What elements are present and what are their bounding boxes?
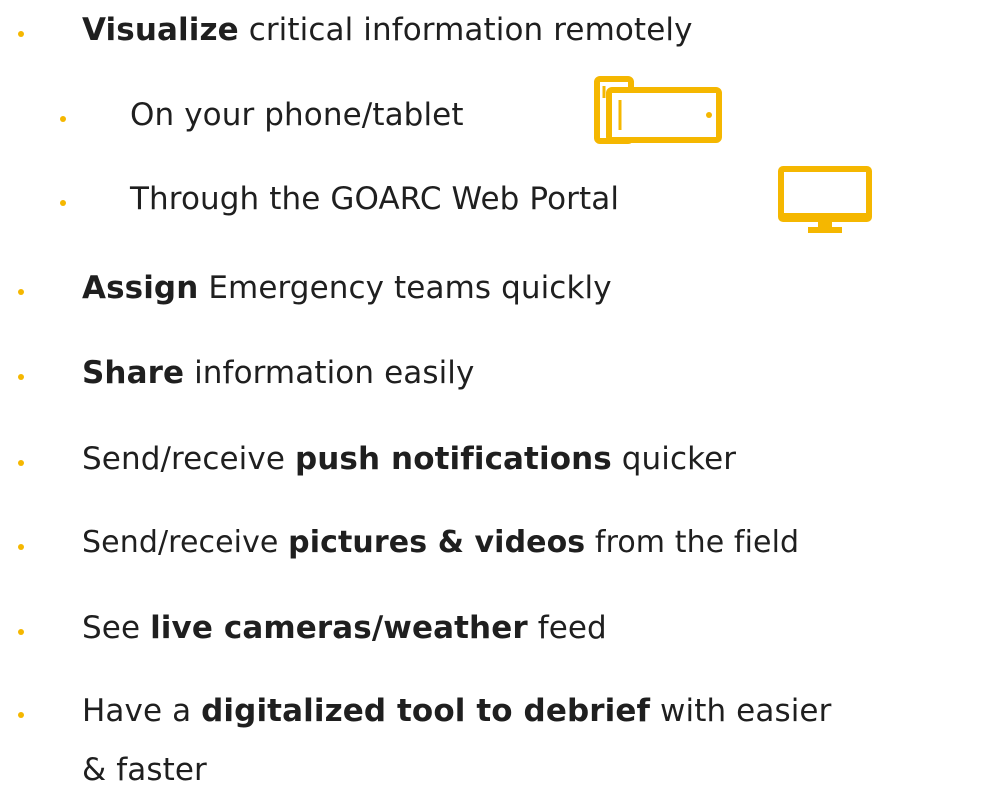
bullet-dot: [18, 460, 24, 466]
list-item-bold: live cameras/weather: [150, 610, 528, 646]
bullet-dot: [60, 200, 66, 206]
list-item-post: Emergency teams quickly: [198, 270, 612, 306]
list-item-text: Have a digitalized tool to debrief with …: [82, 689, 831, 733]
list-item-text: On your phone/tablet: [130, 97, 464, 133]
list-item-post: with easier: [650, 693, 832, 729]
list-item-pre: Send/receive: [82, 525, 289, 560]
bullet-dot: [18, 712, 24, 718]
list-item-text: Through the GOARC Web Portal: [130, 181, 620, 217]
phone-tablet-icon: [594, 76, 722, 144]
list-item-bold: Assign: [82, 270, 199, 306]
list-item-pre: Have a: [82, 693, 202, 729]
bullet-dot: [18, 31, 24, 37]
monitor-icon: [778, 166, 872, 233]
list-item-text: Assign Emergency teams quickly: [82, 266, 612, 310]
bullet-dot: [18, 629, 24, 635]
list-item-text: See live cameras/weather feed: [82, 606, 607, 650]
list-item-bold: push notifications: [294, 441, 612, 477]
list-item-text: Send/receive pictures & videos from the …: [82, 521, 799, 565]
list-item-text: Send/receive push notifications quicker: [82, 437, 736, 481]
list-item-text: Share information easily: [82, 351, 474, 395]
bullet-dot: [60, 116, 66, 122]
list-item-post: feed: [527, 610, 607, 646]
list-item-post: critical information remotely: [238, 12, 693, 48]
list-item-post: information easily: [184, 355, 475, 391]
list-item-pre: Send/receive: [82, 441, 295, 477]
list-item-post: from the field: [585, 525, 800, 560]
bullet-dot: [18, 374, 24, 380]
list-item-bold: Share: [82, 355, 185, 391]
list-item-post: quicker: [611, 441, 737, 477]
list-item-pre: See: [82, 610, 151, 646]
list-item-bold: Visualize: [82, 12, 239, 48]
list-item-text: Visualize critical information remotely: [82, 8, 693, 52]
list-item-text: & faster: [82, 752, 207, 788]
bullet-dot: [18, 289, 24, 295]
list-item-bold: pictures & videos: [288, 525, 586, 560]
list-item-bold: digitalized tool to debrief: [201, 693, 651, 729]
bullet-dot: [18, 544, 24, 550]
bullet-list: Visualize critical information remotely …: [0, 0, 994, 801]
